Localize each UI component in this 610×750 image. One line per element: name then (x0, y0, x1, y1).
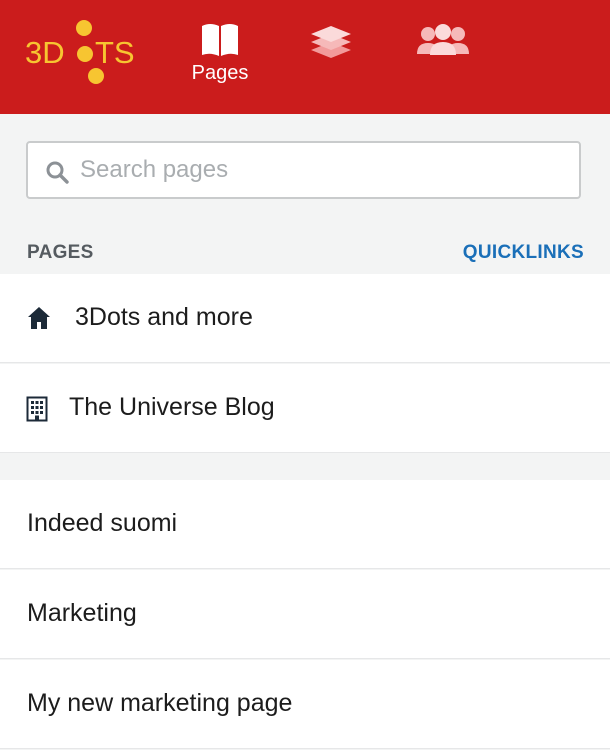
nav-users-button[interactable] (408, 22, 478, 94)
users-icon (417, 24, 469, 55)
nav-layers-button[interactable] (296, 22, 366, 94)
page-label: Marketing (27, 599, 137, 627)
nav-pages-label: Pages (191, 62, 249, 84)
quicklink-label: The Universe Blog (69, 393, 275, 421)
search-input[interactable] (80, 143, 570, 197)
building-icon (26, 396, 48, 422)
page-list-item[interactable]: My new marketing page (0, 660, 610, 749)
svg-text:3D: 3D (25, 35, 65, 70)
svg-text:TS: TS (95, 35, 135, 70)
layers-icon (311, 26, 351, 58)
home-icon (28, 307, 50, 329)
quicklink-item[interactable]: 3Dots and more (0, 274, 610, 363)
page-list-item[interactable]: Marketing (0, 570, 610, 659)
3dots-logo[interactable]: 3D TS (25, 20, 143, 88)
search-icon (46, 161, 69, 184)
top-navigation-bar: 3D TS Pages (0, 0, 610, 114)
section-title: PAGES (27, 242, 94, 263)
page-label: Indeed suomi (27, 509, 178, 537)
page-list-item[interactable]: Indeed suomi (0, 480, 610, 569)
page-label: My new marketing page (27, 689, 293, 717)
pages-section-header: PAGES QUICKLINKS (0, 236, 610, 272)
book-icon (202, 24, 238, 56)
search-field[interactable] (26, 141, 581, 199)
quicklink-item[interactable]: The Universe Blog (0, 364, 610, 453)
quicklink-label: 3Dots and more (75, 303, 253, 331)
quicklinks-link[interactable]: QUICKLINKS (463, 242, 584, 264)
nav-pages-button[interactable]: Pages (185, 22, 255, 94)
